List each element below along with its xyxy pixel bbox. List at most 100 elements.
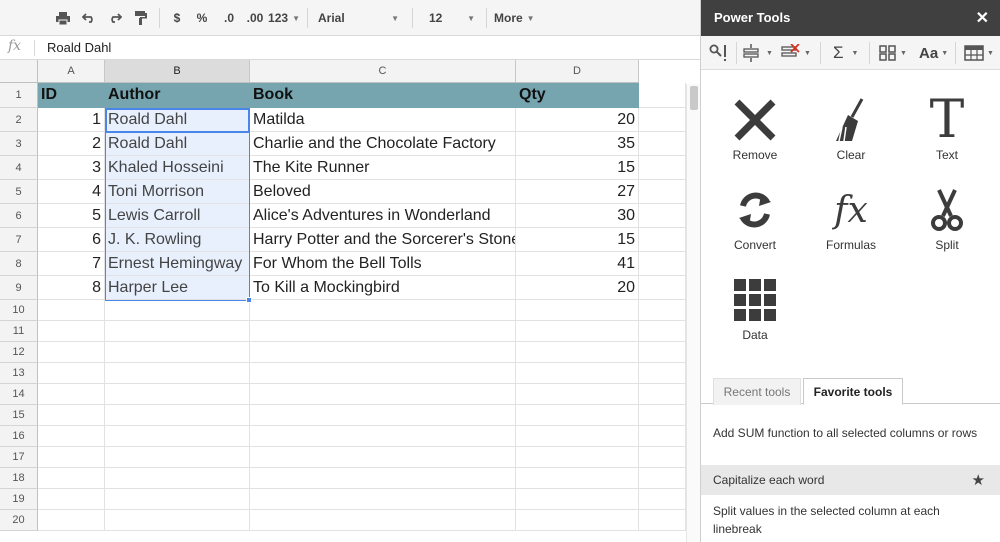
cell[interactable]: Khaled Hosseini (105, 156, 250, 180)
cell[interactable]: ID (38, 83, 105, 108)
cell[interactable] (38, 321, 105, 342)
row-header[interactable]: 2 (0, 108, 38, 132)
cell[interactable] (105, 300, 250, 321)
increase-decimal-button[interactable]: .00 (244, 7, 266, 29)
close-icon[interactable]: ✕ (976, 8, 989, 28)
cell[interactable]: 30 (516, 204, 639, 228)
fill-handle[interactable] (246, 297, 252, 303)
row-header[interactable]: 15 (0, 405, 38, 426)
tool-text[interactable]: T Text (899, 92, 995, 176)
cell[interactable] (639, 510, 686, 531)
column-header[interactable]: A (38, 60, 105, 83)
cell[interactable] (250, 426, 516, 447)
cell[interactable]: Beloved (250, 180, 516, 204)
cell[interactable]: 7 (38, 252, 105, 276)
row-header[interactable]: 3 (0, 132, 38, 156)
table-dropdown[interactable]: ▼ (964, 42, 994, 64)
row-header[interactable]: 9 (0, 276, 38, 300)
tool-split[interactable]: Split (899, 182, 995, 266)
tab-favorite-tools[interactable]: Favorite tools (803, 378, 903, 405)
favorite-item-add-sum[interactable]: Add SUM function to all selected columns… (701, 424, 1000, 442)
grid-tools-dropdown[interactable]: ▼ (879, 42, 907, 64)
row-header[interactable]: 1 (0, 83, 38, 108)
cell[interactable] (639, 108, 686, 132)
cell[interactable]: 2 (38, 132, 105, 156)
cell[interactable] (105, 321, 250, 342)
cell[interactable] (38, 510, 105, 531)
row-header[interactable]: 7 (0, 228, 38, 252)
column-header[interactable]: B (105, 60, 250, 83)
cell[interactable] (639, 363, 686, 384)
vertical-scrollbar[interactable] (686, 84, 700, 542)
tool-clear[interactable]: Clear (803, 92, 899, 176)
cell[interactable] (105, 363, 250, 384)
row-header[interactable]: 10 (0, 300, 38, 321)
cell[interactable] (516, 510, 639, 531)
tool-formulas[interactable]: fx Formulas (803, 182, 899, 266)
cell[interactable]: Roald Dahl (105, 108, 250, 132)
cell[interactable]: J. K. Rowling (105, 228, 250, 252)
cell[interactable] (38, 342, 105, 363)
row-header[interactable]: 20 (0, 510, 38, 531)
row-header[interactable]: 18 (0, 468, 38, 489)
font-case-dropdown[interactable]: Aa ▼ (919, 42, 948, 64)
cell[interactable] (38, 363, 105, 384)
cell[interactable] (639, 132, 686, 156)
cell[interactable]: 8 (38, 276, 105, 300)
cell[interactable] (516, 363, 639, 384)
cell[interactable]: Harry Potter and the Sorcerer's Stone (250, 228, 516, 252)
cell[interactable] (105, 405, 250, 426)
cell[interactable] (639, 426, 686, 447)
cell[interactable] (250, 468, 516, 489)
cell[interactable] (639, 300, 686, 321)
favorite-item-split-linebreak[interactable]: Split values in the selected column at e… (701, 502, 1000, 538)
font-family-dropdown[interactable]: Arial ▼ (318, 7, 403, 29)
cell[interactable] (516, 468, 639, 489)
cell[interactable]: Matilda (250, 108, 516, 132)
cell[interactable]: Charlie and the Chocolate Factory (250, 132, 516, 156)
row-header[interactable]: 17 (0, 447, 38, 468)
tool-data[interactable]: Data (707, 272, 803, 356)
cell[interactable] (105, 426, 250, 447)
cell[interactable] (250, 384, 516, 405)
cell[interactable]: Harper Lee (105, 276, 250, 300)
tool-convert[interactable]: Convert (707, 182, 803, 266)
cell[interactable] (250, 300, 516, 321)
cell[interactable] (38, 405, 105, 426)
cell[interactable]: To Kill a Mockingbird (250, 276, 516, 300)
cell[interactable] (639, 83, 686, 108)
find-replace-icon[interactable] (709, 42, 729, 64)
cell[interactable]: Alice's Adventures in Wonderland (250, 204, 516, 228)
cell[interactable] (38, 489, 105, 510)
cell[interactable]: 4 (38, 180, 105, 204)
cell[interactable]: 15 (516, 156, 639, 180)
print-icon[interactable] (54, 7, 72, 29)
cell[interactable] (516, 405, 639, 426)
row-header[interactable]: 13 (0, 363, 38, 384)
cell[interactable] (250, 363, 516, 384)
cell[interactable]: Ernest Hemingway (105, 252, 250, 276)
undo-icon[interactable] (80, 7, 98, 29)
font-size-dropdown[interactable]: 12 ▼ (429, 7, 479, 29)
cell[interactable] (516, 342, 639, 363)
merge-dropdown[interactable]: ▼ (743, 42, 773, 64)
row-header[interactable]: 5 (0, 180, 38, 204)
cell[interactable] (639, 321, 686, 342)
cell[interactable] (105, 447, 250, 468)
cell[interactable] (105, 342, 250, 363)
favorite-item-capitalize[interactable]: Capitalize each word ★ (701, 465, 1000, 495)
cell[interactable] (38, 300, 105, 321)
cell[interactable] (38, 447, 105, 468)
cell[interactable] (639, 204, 686, 228)
cell[interactable]: Author (105, 83, 250, 108)
cell[interactable] (250, 405, 516, 426)
cell[interactable] (516, 426, 639, 447)
row-header[interactable]: 8 (0, 252, 38, 276)
row-header[interactable]: 16 (0, 426, 38, 447)
row-header[interactable]: 6 (0, 204, 38, 228)
cell[interactable] (639, 384, 686, 405)
cell[interactable] (639, 489, 686, 510)
cell[interactable] (516, 384, 639, 405)
cell[interactable] (639, 228, 686, 252)
cell[interactable] (38, 468, 105, 489)
